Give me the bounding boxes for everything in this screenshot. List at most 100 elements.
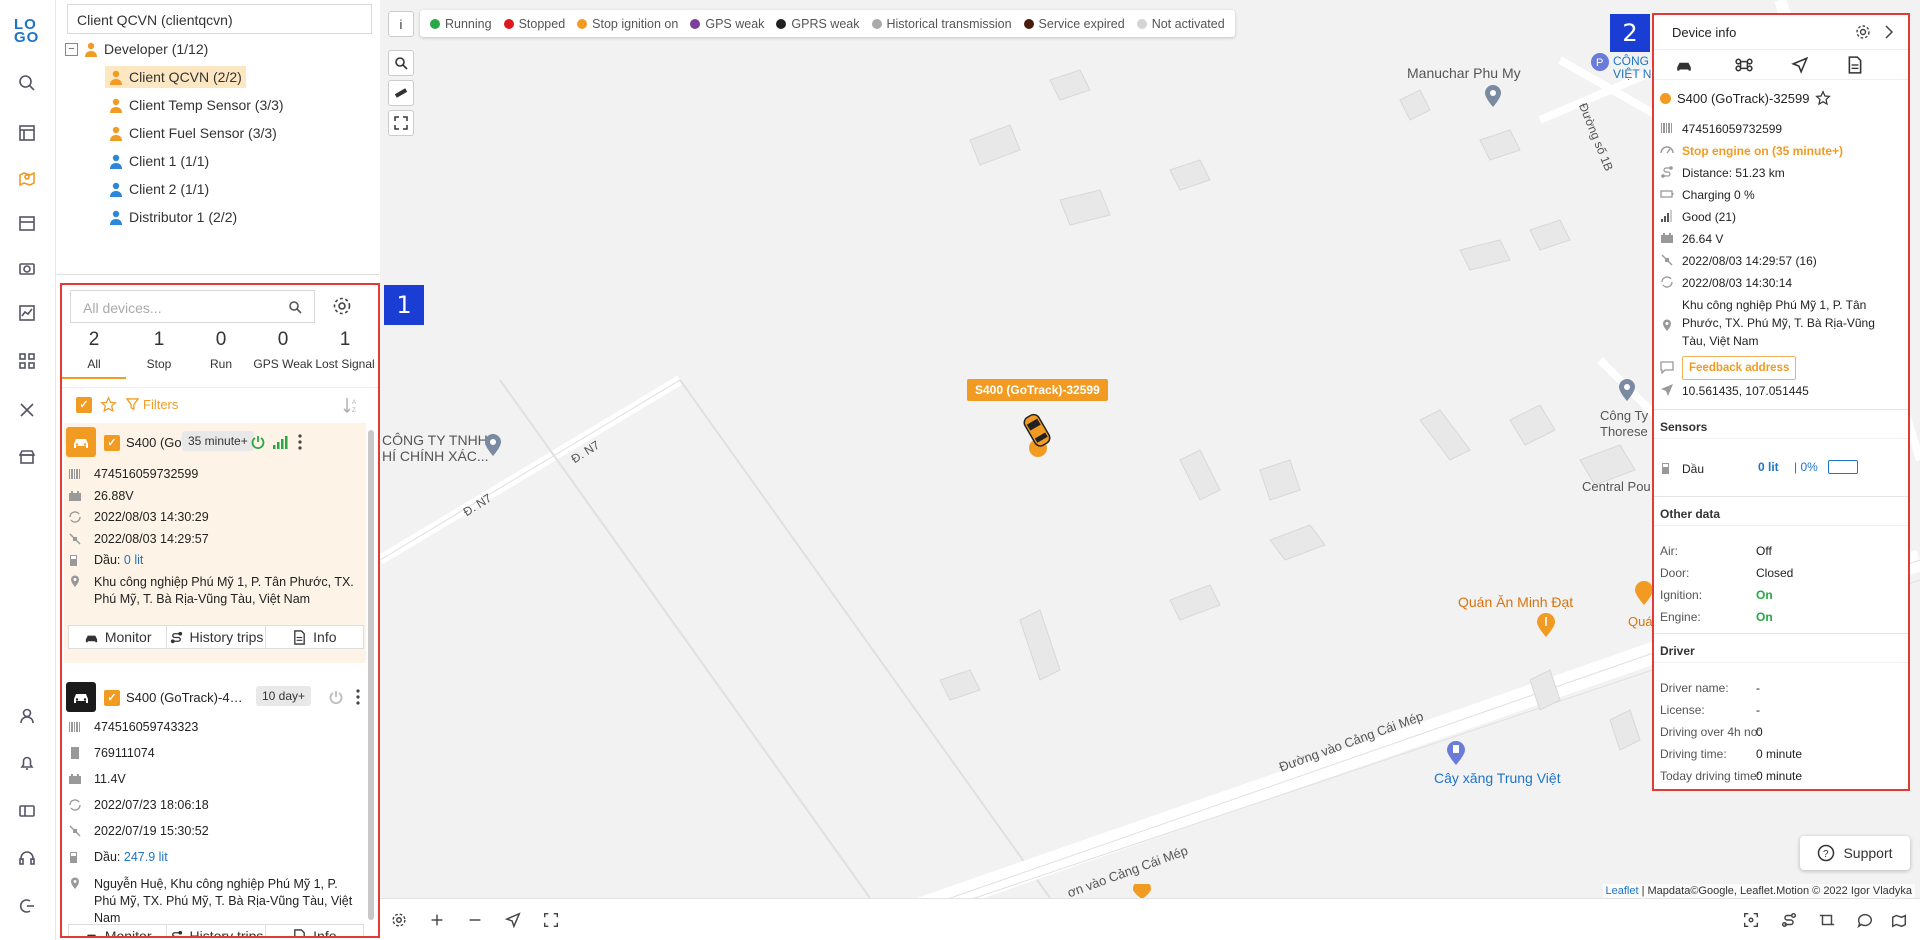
driver-row-today: Today driving time: 0 minute <box>1660 769 1803 783</box>
locate-icon[interactable] <box>502 909 524 931</box>
svg-text:Z: Z <box>352 408 356 414</box>
history-trips-button[interactable]: History trips <box>167 925 266 938</box>
history-trips-button[interactable]: History trips <box>167 626 266 648</box>
filters-button[interactable]: Filters <box>126 397 178 412</box>
map-layers-icon[interactable] <box>1888 909 1910 931</box>
search-placeholder: All devices... <box>83 300 162 316</box>
info-toggle-button[interactable]: i <box>388 11 414 37</box>
ruler-button[interactable] <box>388 80 414 106</box>
zoom-in-icon[interactable] <box>426 909 448 931</box>
tools-icon[interactable] <box>14 397 40 423</box>
map-monitor-icon[interactable] <box>14 165 40 191</box>
select-all-checkbox[interactable]: ✓ <box>76 397 92 413</box>
route-icon <box>170 631 182 643</box>
command-icon[interactable] <box>1735 56 1753 74</box>
sort-icon[interactable]: AZ <box>342 396 360 414</box>
leaflet-link[interactable]: Leaflet <box>1606 885 1639 897</box>
device-card[interactable]: ✓ S400 (GoT... 35 minute+ 47451605973259… <box>64 423 366 663</box>
chevron-right-icon[interactable] <box>1882 24 1896 40</box>
count-gps-weak[interactable]: 0 GPS Weak <box>251 329 315 371</box>
battery-icon <box>1661 233 1673 243</box>
route-icon[interactable] <box>1778 909 1800 931</box>
store-icon[interactable] <box>14 210 40 236</box>
car-icon[interactable] <box>1675 56 1693 74</box>
expand-icon[interactable] <box>540 909 562 931</box>
fullscreen-button[interactable] <box>388 110 414 136</box>
tree-node-developer[interactable]: − Developer (1/12) <box>65 38 208 60</box>
satellite-icon <box>69 825 81 837</box>
vehicle-marker-icon[interactable] <box>1020 404 1056 464</box>
map-settings-icon[interactable] <box>388 909 410 931</box>
device-card[interactable]: ✓ S400 (GoTrack)-43... 10 day+ 474516059… <box>64 680 366 938</box>
client-selector[interactable]: Client QCVN (clientqcvn) <box>67 4 372 34</box>
legend-item-gprs-weak: GPRS weak <box>776 17 860 31</box>
bell-icon[interactable] <box>14 750 40 776</box>
tree-node-client-fuel[interactable]: Client Fuel Sensor (3/3) <box>109 122 277 144</box>
device-checkbox[interactable]: ✓ <box>104 435 120 451</box>
area-select-icon[interactable] <box>1816 909 1838 931</box>
device-search-input[interactable]: All devices... <box>70 290 315 323</box>
user-icon[interactable] <box>14 703 40 729</box>
device-list-panel: All devices... 2 All 1 Stop 0 Run 0 GPS Weak… <box>60 283 380 938</box>
navigation-icon[interactable] <box>1791 56 1809 74</box>
count-all[interactable]: 2 All <box>62 329 126 379</box>
monitor-button[interactable]: Monitor <box>69 626 168 648</box>
shop-icon[interactable] <box>14 444 40 470</box>
legend-item-historical: Historical transmission <box>871 17 1012 31</box>
device-actions: Monitor History trips Info <box>68 924 364 938</box>
tree-node-client-1[interactable]: Client 1 (1/1) <box>109 150 209 172</box>
app-logo[interactable]: LO GO <box>14 17 44 48</box>
support-button[interactable]: ? Support <box>1800 836 1910 870</box>
count-run[interactable]: 0 Run <box>189 329 253 371</box>
map-attribution: Leaflet | Mapdata©Google, Leaflet.Motion… <box>1602 884 1915 898</box>
refresh-icon <box>69 799 81 811</box>
tree-node-client-temp[interactable]: Client Temp Sensor (3/3) <box>109 94 284 116</box>
star-icon[interactable] <box>100 396 117 413</box>
person-icon <box>110 182 122 197</box>
chart-icon[interactable] <box>14 300 40 326</box>
chat-icon[interactable] <box>1854 909 1876 931</box>
star-icon[interactable] <box>1815 90 1832 106</box>
apps-icon[interactable] <box>14 348 40 374</box>
device-fuel: Dầu: 0 lit <box>94 553 144 567</box>
monitor-button[interactable]: Monitor <box>69 925 168 938</box>
document-icon <box>294 629 305 645</box>
info-button[interactable]: Info <box>266 925 363 938</box>
more-menu-icon[interactable] <box>354 688 362 706</box>
device-checkbox[interactable]: ✓ <box>104 690 120 706</box>
car-icon <box>66 682 96 712</box>
gas-station-pin-icon <box>1447 741 1465 765</box>
count-lost-signal[interactable]: 1 Lost Signal <box>313 329 377 371</box>
tree-node-distributor-1[interactable]: Distributor 1 (2/2) <box>109 206 237 228</box>
zoom-out-icon[interactable] <box>464 909 486 931</box>
legend-item-gps-weak: GPS weak <box>690 17 764 31</box>
device-info-name: S400 (GoTrack)-32599 <box>1677 90 1810 106</box>
headset-icon[interactable] <box>14 845 40 871</box>
count-stop[interactable]: 1 Stop <box>127 329 191 371</box>
tree-node-client-2[interactable]: Client 2 (1/1) <box>109 178 209 200</box>
barcode-icon <box>69 722 80 732</box>
feedback-address-button[interactable]: Feedback address <box>1682 356 1797 380</box>
tree-node-client-qcvn[interactable]: Client QCVN (2/2) <box>105 66 246 88</box>
search-icon <box>395 57 408 70</box>
battery-icon <box>69 774 81 784</box>
device-address: Nguyễn Huệ, Khu công nghiệp Phú Mỹ 1, P.… <box>94 877 353 925</box>
location-pin-icon <box>71 575 79 587</box>
map-search-button[interactable] <box>388 50 414 76</box>
svg-text:A: A <box>352 400 356 406</box>
layout-icon[interactable] <box>14 120 40 146</box>
settings-gear-icon[interactable] <box>1854 23 1872 41</box>
ticket-icon[interactable] <box>14 798 40 824</box>
logout-icon[interactable] <box>14 893 40 919</box>
settings-gear-icon[interactable] <box>331 295 353 317</box>
info-button[interactable]: Info <box>266 626 363 648</box>
collapse-toggle[interactable]: − <box>65 42 78 56</box>
document-icon[interactable] <box>1846 56 1864 74</box>
more-menu-icon[interactable] <box>296 433 304 451</box>
device-list-scrollbar[interactable] <box>368 430 374 920</box>
search-icon[interactable] <box>14 70 40 96</box>
poi-label: Central Pou <box>1582 479 1651 494</box>
camera-icon[interactable] <box>14 255 40 281</box>
vehicle-map-label[interactable]: S400 (GoTrack)-32599 <box>967 379 1108 401</box>
vehicle-focus-icon[interactable] <box>1740 909 1762 931</box>
